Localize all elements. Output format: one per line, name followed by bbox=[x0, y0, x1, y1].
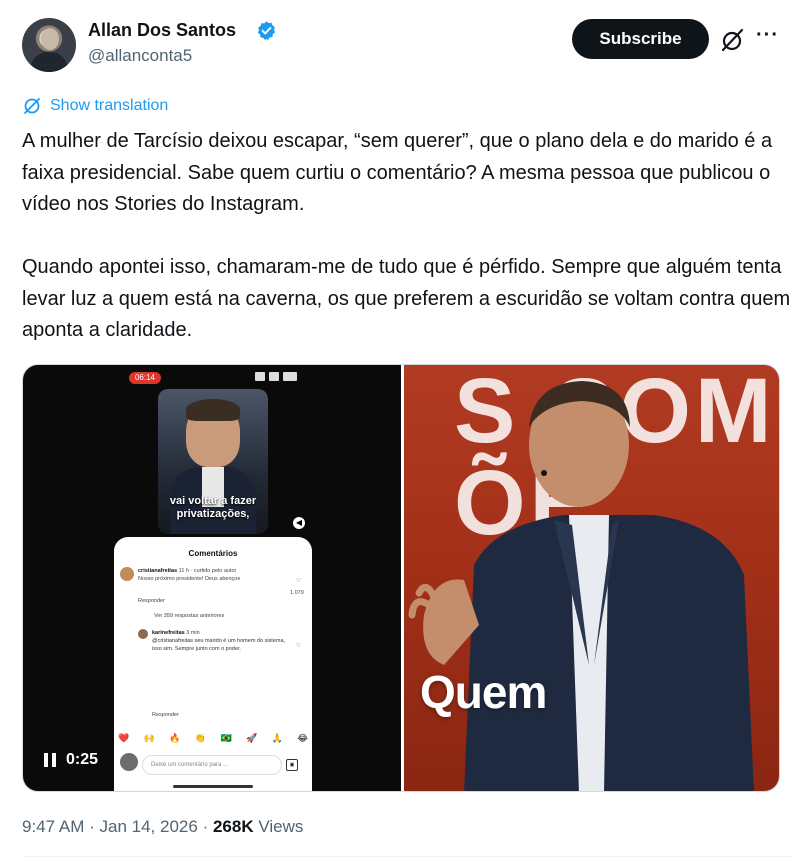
commenter-avatar bbox=[138, 629, 148, 639]
story-caption: vai voltar a fazer privatizações, bbox=[169, 495, 257, 520]
reaction-emoji: 🙏 bbox=[271, 733, 283, 743]
comment-2-meta: 3 min bbox=[186, 630, 200, 636]
meta-separator: · bbox=[89, 817, 95, 836]
video-elapsed-time: 0:25 bbox=[66, 751, 99, 768]
video-right[interactable]: S COM ÕE Quem bbox=[404, 365, 779, 791]
reaction-emoji: 🔥 bbox=[169, 733, 181, 743]
author-avatar[interactable] bbox=[22, 18, 76, 72]
reaction-emoji: 🇧🇷 bbox=[220, 733, 232, 743]
reply-link: Responder bbox=[152, 712, 179, 718]
verified-badge-icon bbox=[257, 21, 276, 41]
author-handle[interactable]: @allanconta5 bbox=[88, 46, 192, 66]
comment-1-user: cristianafreitas bbox=[138, 568, 178, 574]
comment-1-text: Nosso próximo presidente! Deus abençoe bbox=[138, 576, 241, 582]
tweet-meta: 9:47 AM · Jan 14, 2026 · 268K Views bbox=[22, 817, 303, 837]
comments-sheet: Comentários cristianafreitas 11 h · curt… bbox=[114, 537, 312, 791]
reaction-bar: ❤️ 🙌 🔥 👏 🇧🇷 🚀 🙏 😂 bbox=[118, 733, 308, 744]
tweet-media: 06:14 vai voltar a fazer privatizações, … bbox=[22, 364, 780, 792]
comment-2: karinefreitas 3 min @cristianafreitas se… bbox=[152, 629, 290, 653]
tweet-time[interactable]: 9:47 AM bbox=[22, 817, 84, 836]
author-name[interactable]: Allan Dos Santos bbox=[88, 20, 236, 41]
commenter-avatar bbox=[120, 567, 134, 581]
comment-1-meta: 11 h · curtido pelo autor bbox=[178, 568, 237, 574]
status-time: 06:14 bbox=[129, 372, 161, 384]
video-left[interactable]: 06:14 vai voltar a fazer privatizações, … bbox=[23, 365, 401, 791]
comment-2-text: @cristianafreitas seu marido é um homem … bbox=[152, 638, 286, 652]
avatar-suit bbox=[30, 52, 68, 72]
video-controls: 0:25 bbox=[44, 751, 98, 769]
more-options-icon[interactable]: ··· bbox=[756, 24, 779, 47]
caption-overlay-word: Quem bbox=[420, 666, 547, 718]
home-indicator bbox=[173, 785, 253, 788]
comment-input: Deixe um comentário para ... bbox=[142, 755, 282, 775]
story-person-hair bbox=[186, 399, 240, 421]
views-label: Views bbox=[258, 817, 304, 836]
reaction-emoji: 👏 bbox=[194, 733, 207, 743]
comment-1-heart-icon: ♡ bbox=[296, 578, 301, 584]
comment-1-likes: 1.079 bbox=[290, 590, 304, 596]
divider bbox=[22, 856, 792, 857]
story-thumbnail: vai voltar a fazer privatizações, bbox=[158, 389, 268, 534]
grok-icon[interactable] bbox=[720, 27, 746, 53]
comments-title: Comentários bbox=[188, 549, 238, 558]
comment-2-user: karinefreitas bbox=[152, 630, 185, 636]
story-share-icon: ◀ bbox=[293, 517, 305, 529]
tweet-paragraph: A mulher de Tarcísio deixou escapar, “se… bbox=[22, 130, 773, 215]
show-translation-label: Show translation bbox=[50, 97, 169, 114]
tweet-header: Allan Dos Santos @allanconta5 Subscribe … bbox=[0, 0, 800, 90]
view-replies: Ver 359 respostas anteriores bbox=[154, 613, 225, 619]
avatar-head bbox=[41, 28, 59, 50]
comment-2-heart-icon: ♡ bbox=[296, 643, 301, 649]
subscribe-button[interactable]: Subscribe bbox=[572, 19, 709, 59]
viewer-avatar bbox=[120, 753, 138, 771]
pause-icon[interactable] bbox=[44, 753, 56, 767]
comment-1: cristianafreitas 11 h · curtido pelo aut… bbox=[138, 567, 288, 583]
reaction-emoji: ❤️ bbox=[118, 733, 130, 743]
speaker-figure bbox=[408, 381, 754, 791]
meta-separator: · bbox=[202, 817, 209, 836]
reaction-emoji: 🚀 bbox=[246, 733, 258, 743]
tweet-paragraph: Quando apontei isso, chamaram-me de tudo… bbox=[22, 256, 791, 341]
reaction-emoji: 🙌 bbox=[143, 733, 155, 743]
translate-icon bbox=[24, 98, 40, 114]
reaction-emoji: 😂 bbox=[297, 733, 308, 743]
views-count: 268K bbox=[212, 817, 254, 836]
tweet-date[interactable]: Jan 14, 2026 bbox=[100, 817, 198, 836]
tweet-body: A mulher de Tarcísio deixou escapar, “se… bbox=[22, 126, 792, 347]
gif-icon: ▣ bbox=[286, 759, 298, 771]
status-icons bbox=[255, 372, 297, 382]
show-translation-link[interactable]: Show translation bbox=[22, 96, 168, 116]
reply-link: Responder bbox=[138, 598, 165, 604]
